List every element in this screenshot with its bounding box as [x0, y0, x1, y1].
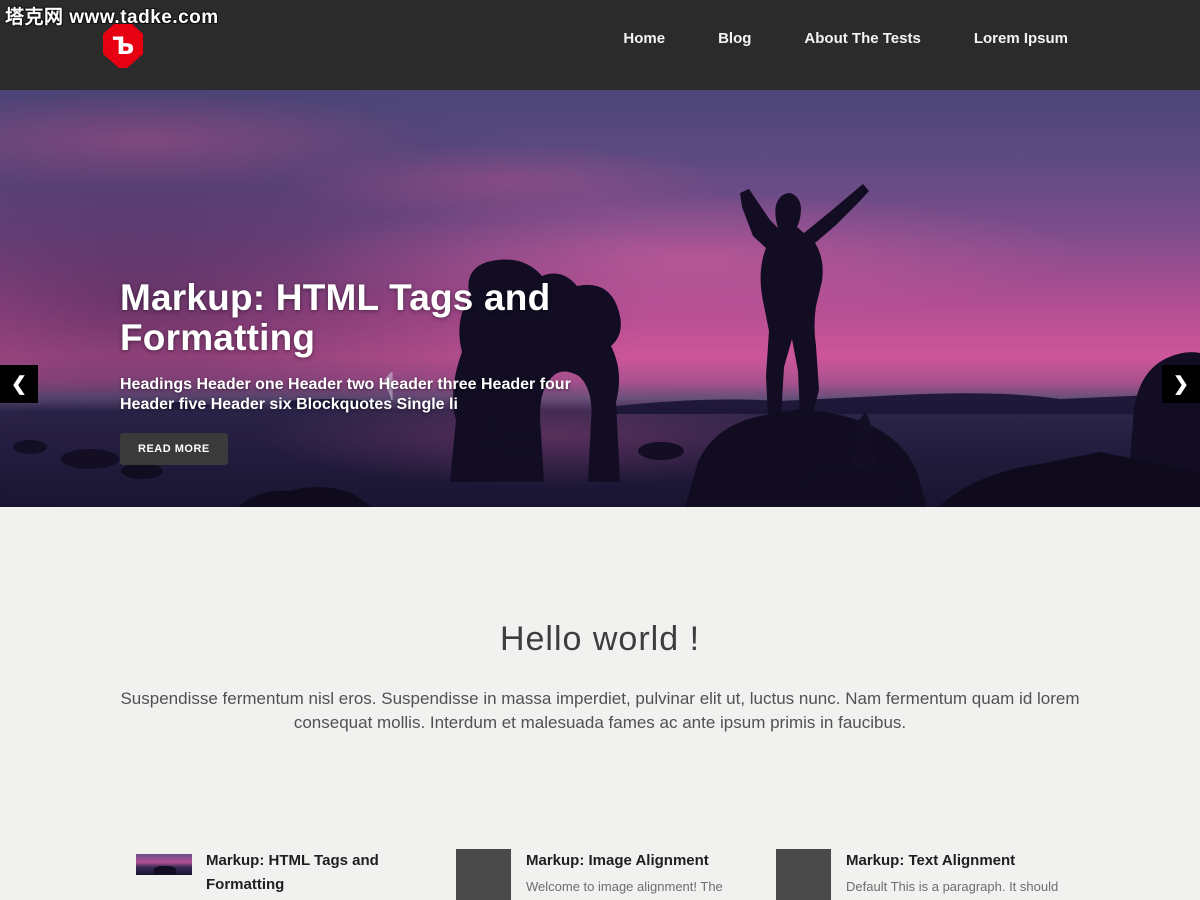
post-card: Markup: HTML Tags and Formatting [136, 849, 424, 900]
recent-posts-row: Markup: HTML Tags and Formatting Markup:… [136, 849, 1064, 900]
post-thumbnail[interactable] [136, 849, 192, 875]
post-title-link[interactable]: Markup: HTML Tags and Formatting [206, 849, 424, 897]
read-more-button[interactable]: READ MORE [120, 433, 228, 465]
nav-item-home[interactable]: Home [623, 30, 665, 47]
main-nav: Home Blog About The Tests Lorem Ipsum [623, 30, 1068, 47]
post-title-link[interactable]: Markup: Text Alignment [846, 849, 1064, 873]
slide-content: Markup: HTML Tags and Formatting Heading… [120, 278, 660, 465]
post-card: Markup: Text Alignment Default This is a… [776, 849, 1064, 900]
placeholder-thumbnail [776, 849, 831, 900]
main-content: Hello world ! Suspendisse fermentum nisl… [0, 507, 1200, 900]
next-slide-icon[interactable]: ❯ [1162, 365, 1200, 403]
post-excerpt: Welcome to image alignment! The best way… [526, 877, 744, 900]
site-watermark: 塔克网 www.tadke.com [5, 2, 219, 29]
nav-item-blog[interactable]: Blog [718, 30, 751, 47]
post-title-link[interactable]: Markup: Image Alignment [526, 849, 744, 873]
post-thumbnail[interactable] [776, 849, 832, 900]
svg-text:Ъ: Ъ [112, 32, 135, 60]
nav-item-about-the-tests[interactable]: About The Tests [804, 30, 920, 47]
post-thumbnail[interactable] [456, 849, 512, 900]
post-excerpt: Default This is a paragraph. It should n… [846, 877, 1064, 900]
intro-paragraph: Suspendisse fermentum nisl eros. Suspend… [105, 687, 1095, 735]
placeholder-thumbnail [456, 849, 511, 900]
hero-slider: Markup: HTML Tags and Formatting Heading… [0, 90, 1200, 507]
tadke-logo-icon[interactable]: Ъ [102, 23, 144, 69]
slide-title[interactable]: Markup: HTML Tags and Formatting [120, 278, 620, 358]
nav-item-lorem-ipsum[interactable]: Lorem Ipsum [974, 30, 1068, 47]
slide-excerpt: Headings Header one Header two Header th… [120, 375, 620, 415]
prev-slide-icon[interactable]: ❮ [0, 365, 38, 403]
page-title: Hello world ! [0, 620, 1200, 659]
post-card: Markup: Image Alignment Welcome to image… [456, 849, 744, 900]
sunset-thumbnail-image [136, 854, 192, 875]
